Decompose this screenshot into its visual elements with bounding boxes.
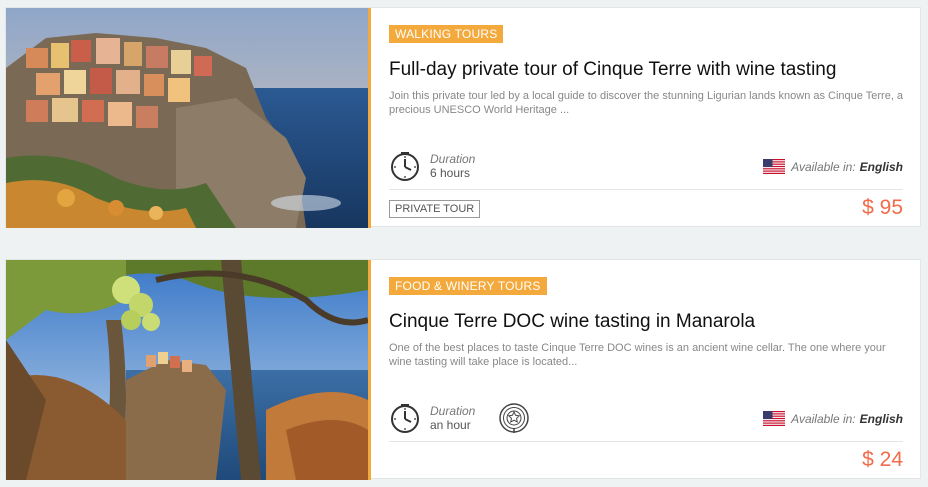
tour-description: One of the best places to taste Cinque T… xyxy=(389,342,886,368)
tour-photo[interactable] xyxy=(6,260,371,480)
duration-label: Duration xyxy=(430,152,476,166)
divider xyxy=(389,189,903,190)
tour-title[interactable]: Full-day private tour of Cinque Terre wi… xyxy=(389,59,906,81)
tour-meta: Duration 6 hours Available in: English xyxy=(389,148,903,184)
price: $ 95 xyxy=(862,196,903,219)
price: $ 24 xyxy=(862,448,903,471)
tour-meta: Duration an hour Available in: English xyxy=(389,400,903,436)
tour-description: Join this private tour led by a local gu… xyxy=(389,90,904,116)
available-label: Available in: xyxy=(791,411,856,426)
tour-card[interactable]: FOOD & WINERY TOURS Cinque Terre DOC win… xyxy=(5,259,921,480)
tour-type-badge: PRIVATE TOUR xyxy=(389,200,481,218)
tour-title[interactable]: Cinque Terre DOC wine tasting in Manarol… xyxy=(389,311,906,333)
language-value: English xyxy=(859,159,903,174)
category-badge[interactable]: WALKING TOURS xyxy=(389,25,504,43)
category-badge[interactable]: FOOD & WINERY TOURS xyxy=(389,277,547,295)
duration-value: an hour xyxy=(430,418,471,432)
duration-value: 6 hours xyxy=(430,166,471,180)
tour-content: FOOD & WINERY TOURS Cinque Terre DOC win… xyxy=(371,260,920,478)
wine-tasting-icon xyxy=(499,403,529,433)
tour-content: WALKING TOURS Full-day private tour of C… xyxy=(371,8,920,226)
language-value: English xyxy=(859,411,903,426)
language-availability: Available in: English xyxy=(763,159,903,174)
available-label: Available in: xyxy=(791,159,856,174)
divider xyxy=(389,441,903,442)
duration-label: Duration xyxy=(430,404,476,418)
clock-icon xyxy=(391,152,419,181)
tour-photo[interactable] xyxy=(6,8,371,228)
us-flag-icon xyxy=(763,159,786,174)
language-availability: Available in: English xyxy=(763,411,903,426)
tour-card[interactable]: WALKING TOURS Full-day private tour of C… xyxy=(5,7,921,228)
clock-icon xyxy=(391,404,419,433)
us-flag-icon xyxy=(763,411,786,426)
